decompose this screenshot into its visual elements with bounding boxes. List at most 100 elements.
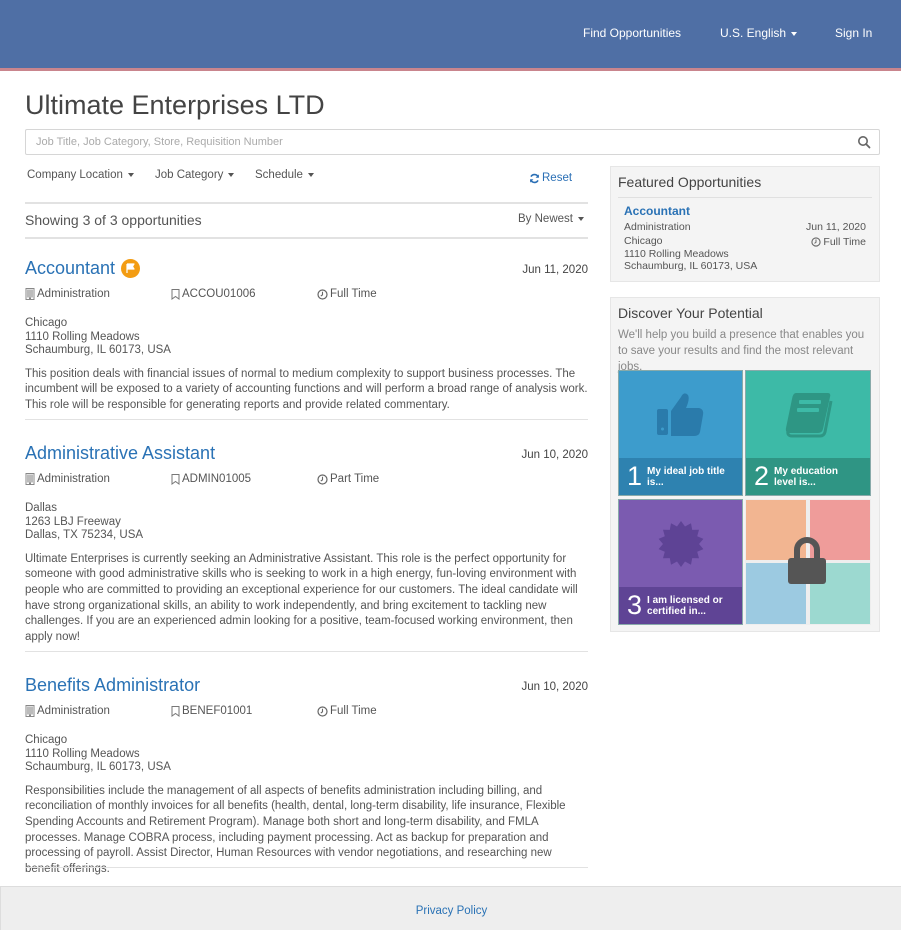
language-dropdown[interactable]: U.S. English bbox=[720, 26, 798, 40]
building-icon bbox=[25, 288, 35, 300]
clock-icon bbox=[317, 705, 328, 717]
job-requisition-label: ADMIN01005 bbox=[182, 473, 252, 485]
bookmark-icon bbox=[171, 473, 180, 485]
building-icon bbox=[25, 473, 35, 485]
job-category-label: Administration bbox=[37, 705, 110, 717]
book-icon bbox=[785, 393, 833, 438]
reset-label: Reset bbox=[542, 172, 573, 184]
header-accent-stripe bbox=[0, 68, 901, 71]
job-title-link[interactable]: Administrative Assistant bbox=[25, 443, 215, 464]
job-description: Responsibilities include the management … bbox=[25, 784, 566, 876]
tile-label: My ideal job title is... bbox=[647, 465, 725, 488]
featured-job-category: Administration bbox=[624, 221, 691, 233]
tile-number: 2 bbox=[754, 461, 770, 491]
divider bbox=[25, 202, 588, 204]
job-title-link[interactable]: Accountant bbox=[25, 258, 141, 279]
panel-title: Featured Opportunities bbox=[618, 174, 762, 190]
results-summary: Showing 3 of 3 opportunities bbox=[25, 212, 202, 228]
clock-icon bbox=[811, 237, 822, 247]
address-line: 1110 Rolling Meadows bbox=[25, 330, 140, 343]
job-schedule-label: Part Time bbox=[330, 473, 380, 485]
clock-icon bbox=[317, 473, 328, 485]
job-category: Administration bbox=[25, 288, 110, 300]
divider bbox=[25, 237, 588, 239]
tile-number: 1 bbox=[627, 461, 643, 491]
divider bbox=[25, 867, 588, 868]
thumbs-up-icon bbox=[657, 393, 704, 436]
clock-icon bbox=[317, 288, 328, 300]
job-description: This position deals with financial issue… bbox=[25, 367, 588, 411]
address-line: Schaumburg, IL 60173, USA bbox=[624, 260, 758, 272]
address-line: Chicago bbox=[25, 317, 68, 329]
address-line: 1110 Rolling Meadows bbox=[25, 747, 140, 760]
job-date: Jun 10, 2020 bbox=[521, 681, 588, 693]
tile-ideal-job-title[interactable]: 1 My ideal job title is... bbox=[618, 370, 743, 496]
job-category: Administration bbox=[25, 473, 110, 485]
job-title-link[interactable]: Benefits Administrator bbox=[25, 675, 200, 696]
building-icon bbox=[25, 705, 35, 717]
tile-label: My education level is... bbox=[774, 465, 838, 488]
refresh-icon bbox=[530, 173, 539, 183]
job-category-label: Administration bbox=[37, 473, 110, 485]
privacy-policy-link[interactable]: Privacy Policy bbox=[1, 905, 901, 917]
address-line: 1263 LBJ Freeway bbox=[25, 515, 121, 528]
tile-licensed-certified[interactable]: 3 I am licensed or certified in... bbox=[618, 499, 743, 625]
job-requisition: ACCOU01006 bbox=[171, 288, 256, 300]
job-requisition: BENEF01001 bbox=[171, 705, 252, 717]
nav-find-opportunities[interactable]: Find Opportunities bbox=[583, 26, 681, 40]
sort-label: By Newest bbox=[518, 213, 573, 225]
address-line: 1110 Rolling Meadows bbox=[624, 247, 729, 260]
filter-schedule[interactable]: Schedule bbox=[255, 169, 314, 181]
address-line: Schaumburg, IL 60173, USA bbox=[25, 761, 171, 773]
job-schedule: Full Time bbox=[317, 288, 377, 300]
job-listing: Benefits Administrator Jun 10, 2020 Admi… bbox=[25, 675, 588, 878]
filter-label: Company Location bbox=[27, 169, 123, 181]
nav-sign-in[interactable]: Sign In bbox=[835, 26, 872, 40]
job-title: Accountant bbox=[25, 258, 116, 278]
job-address: Dallas 1263 LBJ Freeway Dallas, TX 75234… bbox=[25, 502, 588, 543]
divider bbox=[25, 651, 588, 652]
sort-dropdown[interactable]: By Newest bbox=[518, 213, 584, 225]
featured-job-address: Chicago 1110 Rolling Meadows Schaumburg,… bbox=[624, 235, 757, 273]
address-line: Dallas bbox=[25, 502, 57, 514]
featured-flag-icon bbox=[121, 259, 141, 278]
job-date: Jun 11, 2020 bbox=[522, 264, 588, 276]
tile-label: I am licensed or certified in... bbox=[647, 594, 723, 617]
search-input[interactable] bbox=[26, 130, 846, 154]
search-icon[interactable] bbox=[857, 135, 871, 149]
job-title: Administrative Assistant bbox=[25, 443, 216, 463]
bookmark-icon bbox=[171, 705, 180, 717]
bookmark-icon bbox=[171, 288, 180, 300]
job-category-label: Administration bbox=[37, 288, 110, 300]
filter-label: Job Category bbox=[155, 169, 224, 181]
reset-button[interactable]: Reset bbox=[529, 172, 572, 184]
filter-label: Schedule bbox=[255, 169, 303, 181]
locked-tile[interactable] bbox=[745, 499, 871, 625]
filter-job-category[interactable]: Job Category bbox=[155, 169, 235, 181]
discover-description: We'll help you build a presence that ena… bbox=[618, 329, 865, 373]
job-schedule-label: Full Time bbox=[330, 705, 377, 717]
page-title: Ultimate Enterprises LTD bbox=[25, 90, 325, 120]
job-date: Jun 10, 2020 bbox=[521, 449, 588, 461]
tile-education-level[interactable]: 2 My education level is... bbox=[745, 370, 871, 496]
job-requisition: ADMIN01005 bbox=[171, 473, 251, 485]
address-line: Schaumburg, IL 60173, USA bbox=[25, 344, 171, 356]
top-navigation-bar: Find Opportunities U.S. English Sign In bbox=[0, 0, 901, 68]
divider bbox=[25, 419, 588, 420]
caret-down-icon bbox=[307, 172, 314, 177]
divider bbox=[618, 197, 872, 198]
caret-down-icon bbox=[228, 172, 235, 177]
search-box bbox=[25, 129, 880, 155]
filter-company-location[interactable]: Company Location bbox=[27, 169, 134, 181]
tile-number: 3 bbox=[627, 590, 643, 620]
caret-down-icon bbox=[791, 31, 798, 36]
panel-title: Discover Your Potential bbox=[618, 305, 763, 321]
discover-potential-panel: Discover Your Potential We'll help you b… bbox=[610, 297, 880, 632]
job-title: Benefits Administrator bbox=[25, 675, 201, 695]
address-line: Chicago bbox=[624, 235, 663, 247]
featured-opportunities-panel: Featured Opportunities Accountant Admini… bbox=[610, 166, 880, 282]
job-schedule-label: Full Time bbox=[330, 288, 377, 300]
featured-job-title-link[interactable]: Accountant bbox=[624, 204, 690, 218]
featured-job-schedule-label: Full Time bbox=[823, 236, 866, 248]
caret-down-icon bbox=[127, 172, 134, 177]
